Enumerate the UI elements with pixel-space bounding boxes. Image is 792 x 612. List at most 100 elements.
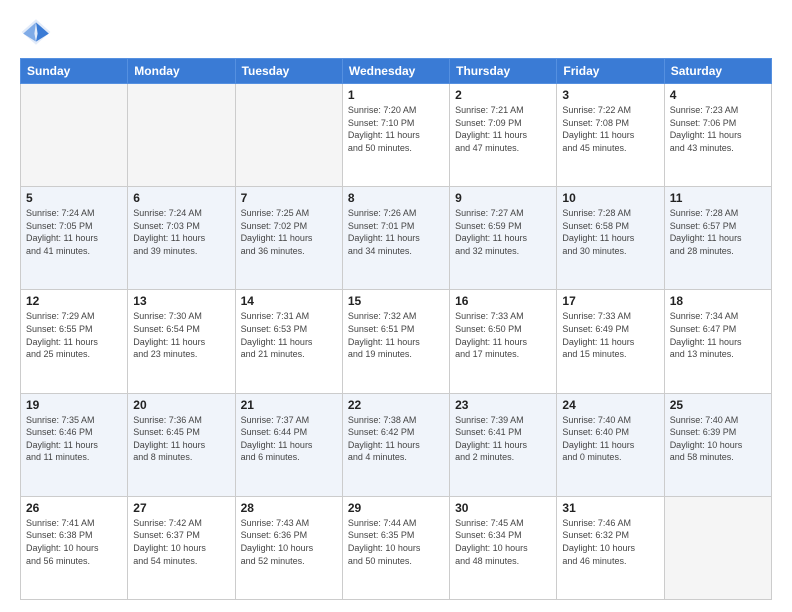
day-number: 8	[348, 191, 444, 205]
calendar-cell: 7 Sunrise: 7:25 AM Sunset: 7:02 PM Daylig…	[235, 187, 342, 290]
day-number: 11	[670, 191, 766, 205]
day-number: 18	[670, 294, 766, 308]
col-header-tuesday: Tuesday	[235, 59, 342, 84]
day-number: 31	[562, 501, 658, 515]
day-number: 2	[455, 88, 551, 102]
day-number: 20	[133, 398, 229, 412]
col-header-sunday: Sunday	[21, 59, 128, 84]
day-number: 26	[26, 501, 122, 515]
calendar-cell	[235, 84, 342, 187]
calendar-cell: 27 Sunrise: 7:42 AM Sunset: 6:37 PM Dayli…	[128, 496, 235, 599]
calendar-cell: 2 Sunrise: 7:21 AM Sunset: 7:09 PM Daylig…	[450, 84, 557, 187]
day-number: 25	[670, 398, 766, 412]
calendar-cell: 11 Sunrise: 7:28 AM Sunset: 6:57 PM Dayli…	[664, 187, 771, 290]
calendar-cell: 10 Sunrise: 7:28 AM Sunset: 6:58 PM Dayli…	[557, 187, 664, 290]
day-info: Sunrise: 7:31 AM Sunset: 6:53 PM Dayligh…	[241, 310, 337, 360]
calendar-cell: 5 Sunrise: 7:24 AM Sunset: 7:05 PM Daylig…	[21, 187, 128, 290]
calendar-cell: 17 Sunrise: 7:33 AM Sunset: 6:49 PM Dayli…	[557, 290, 664, 393]
day-number: 27	[133, 501, 229, 515]
day-number: 19	[26, 398, 122, 412]
day-number: 6	[133, 191, 229, 205]
day-info: Sunrise: 7:22 AM Sunset: 7:08 PM Dayligh…	[562, 104, 658, 154]
day-number: 15	[348, 294, 444, 308]
day-info: Sunrise: 7:41 AM Sunset: 6:38 PM Dayligh…	[26, 517, 122, 567]
calendar-week-1: 5 Sunrise: 7:24 AM Sunset: 7:05 PM Daylig…	[21, 187, 772, 290]
calendar-cell: 24 Sunrise: 7:40 AM Sunset: 6:40 PM Dayli…	[557, 393, 664, 496]
day-info: Sunrise: 7:35 AM Sunset: 6:46 PM Dayligh…	[26, 414, 122, 464]
day-number: 1	[348, 88, 444, 102]
calendar-cell	[128, 84, 235, 187]
day-number: 14	[241, 294, 337, 308]
calendar-cell: 18 Sunrise: 7:34 AM Sunset: 6:47 PM Dayli…	[664, 290, 771, 393]
day-info: Sunrise: 7:46 AM Sunset: 6:32 PM Dayligh…	[562, 517, 658, 567]
day-info: Sunrise: 7:20 AM Sunset: 7:10 PM Dayligh…	[348, 104, 444, 154]
day-info: Sunrise: 7:26 AM Sunset: 7:01 PM Dayligh…	[348, 207, 444, 257]
day-number: 13	[133, 294, 229, 308]
day-number: 7	[241, 191, 337, 205]
day-number: 17	[562, 294, 658, 308]
calendar-cell: 29 Sunrise: 7:44 AM Sunset: 6:35 PM Dayli…	[342, 496, 449, 599]
day-number: 21	[241, 398, 337, 412]
calendar-cell	[21, 84, 128, 187]
calendar-cell: 6Sunrise: 7:24 AM Sunset: 7:03 PM Daylig…	[128, 187, 235, 290]
day-number: 4	[670, 88, 766, 102]
day-info: Sunrise: 7:28 AM Sunset: 6:57 PM Dayligh…	[670, 207, 766, 257]
calendar-cell: 21 Sunrise: 7:37 AM Sunset: 6:44 PM Dayli…	[235, 393, 342, 496]
calendar-cell: 14 Sunrise: 7:31 AM Sunset: 6:53 PM Dayli…	[235, 290, 342, 393]
day-info: Sunrise: 7:27 AM Sunset: 6:59 PM Dayligh…	[455, 207, 551, 257]
logo	[20, 16, 56, 48]
calendar-cell: 25 Sunrise: 7:40 AM Sunset: 6:39 PM Dayli…	[664, 393, 771, 496]
day-info: Sunrise: 7:39 AM Sunset: 6:41 PM Dayligh…	[455, 414, 551, 464]
calendar-cell: 3 Sunrise: 7:22 AM Sunset: 7:08 PM Daylig…	[557, 84, 664, 187]
calendar-cell: 1 Sunrise: 7:20 AM Sunset: 7:10 PM Daylig…	[342, 84, 449, 187]
calendar-cell: 28 Sunrise: 7:43 AM Sunset: 6:36 PM Dayli…	[235, 496, 342, 599]
day-info: Sunrise: 7:37 AM Sunset: 6:44 PM Dayligh…	[241, 414, 337, 464]
calendar-cell	[664, 496, 771, 599]
day-number: 28	[241, 501, 337, 515]
day-info: Sunrise: 7:25 AM Sunset: 7:02 PM Dayligh…	[241, 207, 337, 257]
day-info: Sunrise: 7:44 AM Sunset: 6:35 PM Dayligh…	[348, 517, 444, 567]
calendar-cell: 8 Sunrise: 7:26 AM Sunset: 7:01 PM Daylig…	[342, 187, 449, 290]
day-number: 30	[455, 501, 551, 515]
day-info: Sunrise: 7:29 AM Sunset: 6:55 PM Dayligh…	[26, 310, 122, 360]
day-info: Sunrise: 7:42 AM Sunset: 6:37 PM Dayligh…	[133, 517, 229, 567]
calendar-week-3: 19 Sunrise: 7:35 AM Sunset: 6:46 PM Dayli…	[21, 393, 772, 496]
day-number: 16	[455, 294, 551, 308]
calendar-cell: 20 Sunrise: 7:36 AM Sunset: 6:45 PM Dayli…	[128, 393, 235, 496]
calendar-week-0: 1 Sunrise: 7:20 AM Sunset: 7:10 PM Daylig…	[21, 84, 772, 187]
day-info: Sunrise: 7:24 AM Sunset: 7:05 PM Dayligh…	[26, 207, 122, 257]
calendar-week-2: 12 Sunrise: 7:29 AM Sunset: 6:55 PM Dayli…	[21, 290, 772, 393]
calendar-cell: 4 Sunrise: 7:23 AM Sunset: 7:06 PM Daylig…	[664, 84, 771, 187]
page: SundayMondayTuesdayWednesdayThursdayFrid…	[0, 0, 792, 612]
calendar-table: SundayMondayTuesdayWednesdayThursdayFrid…	[20, 58, 772, 600]
calendar-cell: 15Sunrise: 7:32 AM Sunset: 6:51 PM Dayli…	[342, 290, 449, 393]
calendar-cell: 30 Sunrise: 7:45 AM Sunset: 6:34 PM Dayli…	[450, 496, 557, 599]
day-number: 12	[26, 294, 122, 308]
day-info: Sunrise: 7:33 AM Sunset: 6:50 PM Dayligh…	[455, 310, 551, 360]
day-info: Sunrise: 7:45 AM Sunset: 6:34 PM Dayligh…	[455, 517, 551, 567]
day-info: Sunrise: 7:40 AM Sunset: 6:39 PM Dayligh…	[670, 414, 766, 464]
day-number: 3	[562, 88, 658, 102]
day-info: Sunrise: 7:36 AM Sunset: 6:45 PM Dayligh…	[133, 414, 229, 464]
calendar-cell: 13 Sunrise: 7:30 AM Sunset: 6:54 PM Dayli…	[128, 290, 235, 393]
day-info: Sunrise: 7:21 AM Sunset: 7:09 PM Dayligh…	[455, 104, 551, 154]
day-number: 22	[348, 398, 444, 412]
day-info: Sunrise: 7:23 AM Sunset: 7:06 PM Dayligh…	[670, 104, 766, 154]
day-info: Sunrise: 7:40 AM Sunset: 6:40 PM Dayligh…	[562, 414, 658, 464]
day-number: 24	[562, 398, 658, 412]
col-header-monday: Monday	[128, 59, 235, 84]
col-header-thursday: Thursday	[450, 59, 557, 84]
day-info: Sunrise: 7:43 AM Sunset: 6:36 PM Dayligh…	[241, 517, 337, 567]
day-info: Sunrise: 7:30 AM Sunset: 6:54 PM Dayligh…	[133, 310, 229, 360]
day-number: 10	[562, 191, 658, 205]
calendar-cell: 9Sunrise: 7:27 AM Sunset: 6:59 PM Daylig…	[450, 187, 557, 290]
day-info: Sunrise: 7:28 AM Sunset: 6:58 PM Dayligh…	[562, 207, 658, 257]
day-number: 29	[348, 501, 444, 515]
header	[20, 16, 772, 48]
day-info: Sunrise: 7:34 AM Sunset: 6:47 PM Dayligh…	[670, 310, 766, 360]
day-info: Sunrise: 7:33 AM Sunset: 6:49 PM Dayligh…	[562, 310, 658, 360]
day-number: 5	[26, 191, 122, 205]
header-row: SundayMondayTuesdayWednesdayThursdayFrid…	[21, 59, 772, 84]
col-header-saturday: Saturday	[664, 59, 771, 84]
calendar-cell: 19 Sunrise: 7:35 AM Sunset: 6:46 PM Dayli…	[21, 393, 128, 496]
